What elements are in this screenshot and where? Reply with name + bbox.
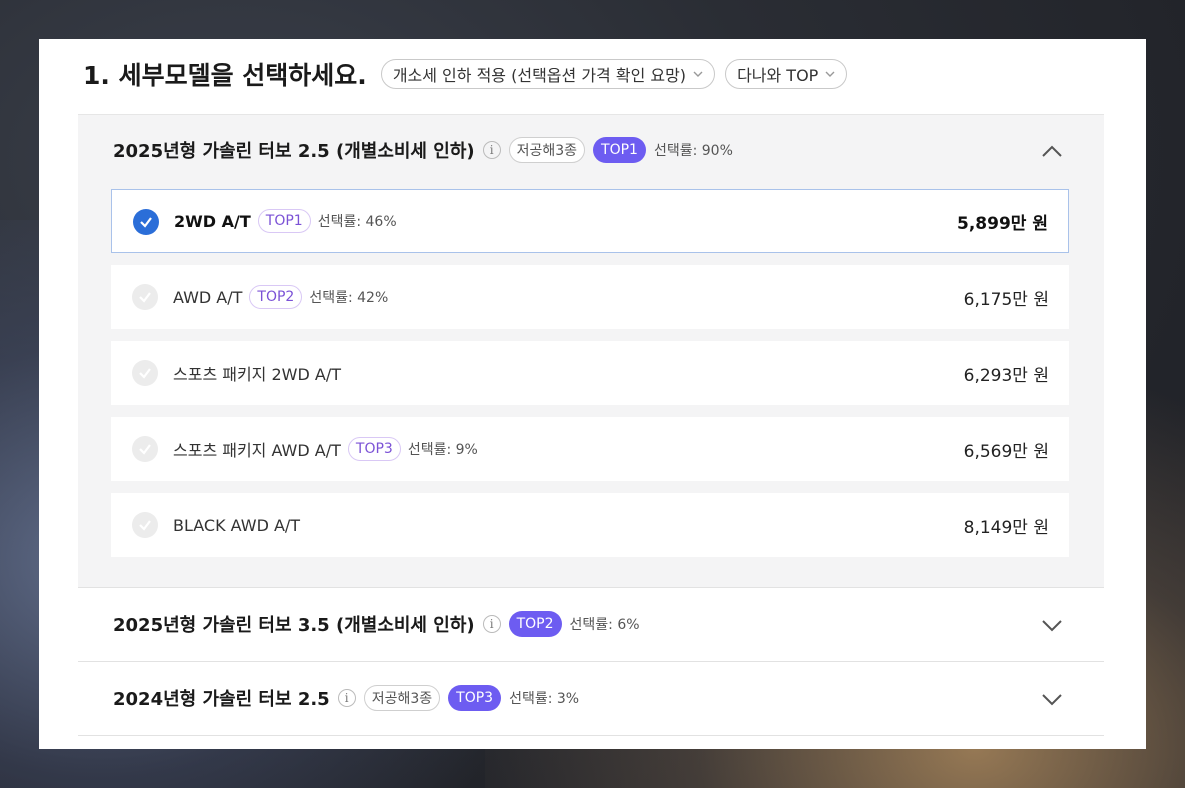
option-item-black-awd[interactable]: BLACK AWD A/T 8,149만 원 bbox=[111, 493, 1069, 557]
group-title: 2024년형 가솔린 터보 2.5 bbox=[113, 689, 330, 710]
chevron-up-icon[interactable] bbox=[1040, 143, 1064, 159]
heading-row: 1. 세부모델을 선택하세요. 개소세 인하 적용 (선택옵션 가격 확인 요망… bbox=[83, 56, 848, 92]
check-icon[interactable] bbox=[132, 360, 158, 386]
option-price: 6,175만 원 bbox=[963, 289, 1049, 310]
check-icon[interactable] bbox=[132, 284, 158, 310]
option-name: 스포츠 패키지 AWD A/T bbox=[173, 441, 341, 460]
chevron-down-icon bbox=[693, 71, 703, 77]
selection-rate: 선택률: 9% bbox=[407, 442, 478, 458]
selection-rate: 선택률: 42% bbox=[309, 290, 389, 306]
info-icon[interactable]: i bbox=[482, 141, 501, 159]
tax-dropdown[interactable]: 개소세 인하 적용 (선택옵션 가격 확인 요망) bbox=[380, 59, 716, 89]
rank-badge: TOP3 bbox=[448, 685, 502, 711]
group-header[interactable]: 2025년형 가솔린 터보 3.5 (개별소비세 인하) i TOP2 선택률:… bbox=[113, 587, 640, 661]
check-icon[interactable] bbox=[132, 436, 158, 462]
rank-badge: TOP1 bbox=[257, 209, 311, 233]
option-price: 6,569만 원 bbox=[963, 441, 1049, 462]
group-title: 2025년형 가솔린 터보 3.5 (개별소비세 인하) bbox=[113, 615, 475, 636]
chevron-down-icon bbox=[825, 71, 835, 77]
eco-tag: 저공해3종 bbox=[508, 137, 586, 163]
option-price: 8,149만 원 bbox=[963, 517, 1049, 538]
page-title: 1. 세부모델을 선택하세요. bbox=[83, 61, 367, 90]
selection-rate: 선택률: 46% bbox=[317, 214, 397, 230]
chevron-down-icon[interactable] bbox=[1040, 617, 1064, 633]
sort-dropdown[interactable]: 다나와 TOP bbox=[725, 59, 848, 89]
check-icon[interactable] bbox=[132, 512, 158, 538]
group-title: 2025년형 가솔린 터보 2.5 (개별소비세 인하) bbox=[113, 141, 475, 162]
info-icon[interactable]: i bbox=[337, 689, 356, 707]
rank-badge: TOP2 bbox=[249, 285, 303, 309]
rank-badge: TOP3 bbox=[347, 437, 401, 461]
group-header[interactable]: 2025년형 가솔린 터보 2.5 (개별소비세 인하) i 저공해3종 TOP… bbox=[113, 137, 733, 163]
option-name: AWD A/T bbox=[173, 287, 243, 307]
selection-rate: 선택률: 3% bbox=[509, 691, 580, 707]
option-item-2wd[interactable]: 2WD A/T TOP1 선택률: 46% 5,899만 원 bbox=[111, 189, 1069, 253]
info-icon[interactable]: i bbox=[482, 615, 501, 633]
rank-badge: TOP1 bbox=[593, 137, 646, 163]
model-group-collapsed[interactable]: 2025년형 가솔린 터보 3.5 (개별소비세 인하) i TOP2 선택률:… bbox=[78, 587, 1104, 662]
option-price: 6,293만 원 bbox=[963, 365, 1049, 386]
model-select-panel: 1. 세부모델을 선택하세요. 개소세 인하 적용 (선택옵션 가격 확인 요망… bbox=[39, 39, 1146, 749]
option-price: 5,899만 원 bbox=[957, 213, 1048, 234]
option-name: 2WD A/T bbox=[174, 211, 251, 231]
sort-dropdown-label: 다나와 TOP bbox=[737, 66, 819, 85]
selection-rate: 선택률: 6% bbox=[569, 617, 640, 633]
tax-dropdown-label: 개소세 인하 적용 (선택옵션 가격 확인 요망) bbox=[392, 66, 687, 85]
model-group-expanded: 2025년형 가솔린 터보 2.5 (개별소비세 인하) i 저공해3종 TOP… bbox=[78, 114, 1104, 588]
model-group-collapsed[interactable]: 2024년형 가솔린 터보 2.5 i 저공해3종 TOP3 선택률: 3% bbox=[78, 661, 1104, 736]
option-name: BLACK AWD A/T bbox=[173, 515, 301, 535]
rank-badge: TOP2 bbox=[508, 611, 562, 637]
option-name: 스포츠 패키지 2WD A/T bbox=[173, 365, 342, 384]
selection-rate: 선택률: 90% bbox=[653, 143, 733, 159]
eco-tag: 저공해3종 bbox=[363, 685, 441, 711]
option-item-sport-2wd[interactable]: 스포츠 패키지 2WD A/T 6,293만 원 bbox=[111, 341, 1069, 405]
group-header[interactable]: 2024년형 가솔린 터보 2.5 i 저공해3종 TOP3 선택률: 3% bbox=[113, 661, 579, 735]
chevron-down-icon[interactable] bbox=[1040, 691, 1064, 707]
option-item-sport-awd[interactable]: 스포츠 패키지 AWD A/T TOP3 선택률: 9% 6,569만 원 bbox=[111, 417, 1069, 481]
check-icon[interactable] bbox=[133, 209, 159, 235]
option-item-awd[interactable]: AWD A/T TOP2 선택률: 42% 6,175만 원 bbox=[111, 265, 1069, 329]
